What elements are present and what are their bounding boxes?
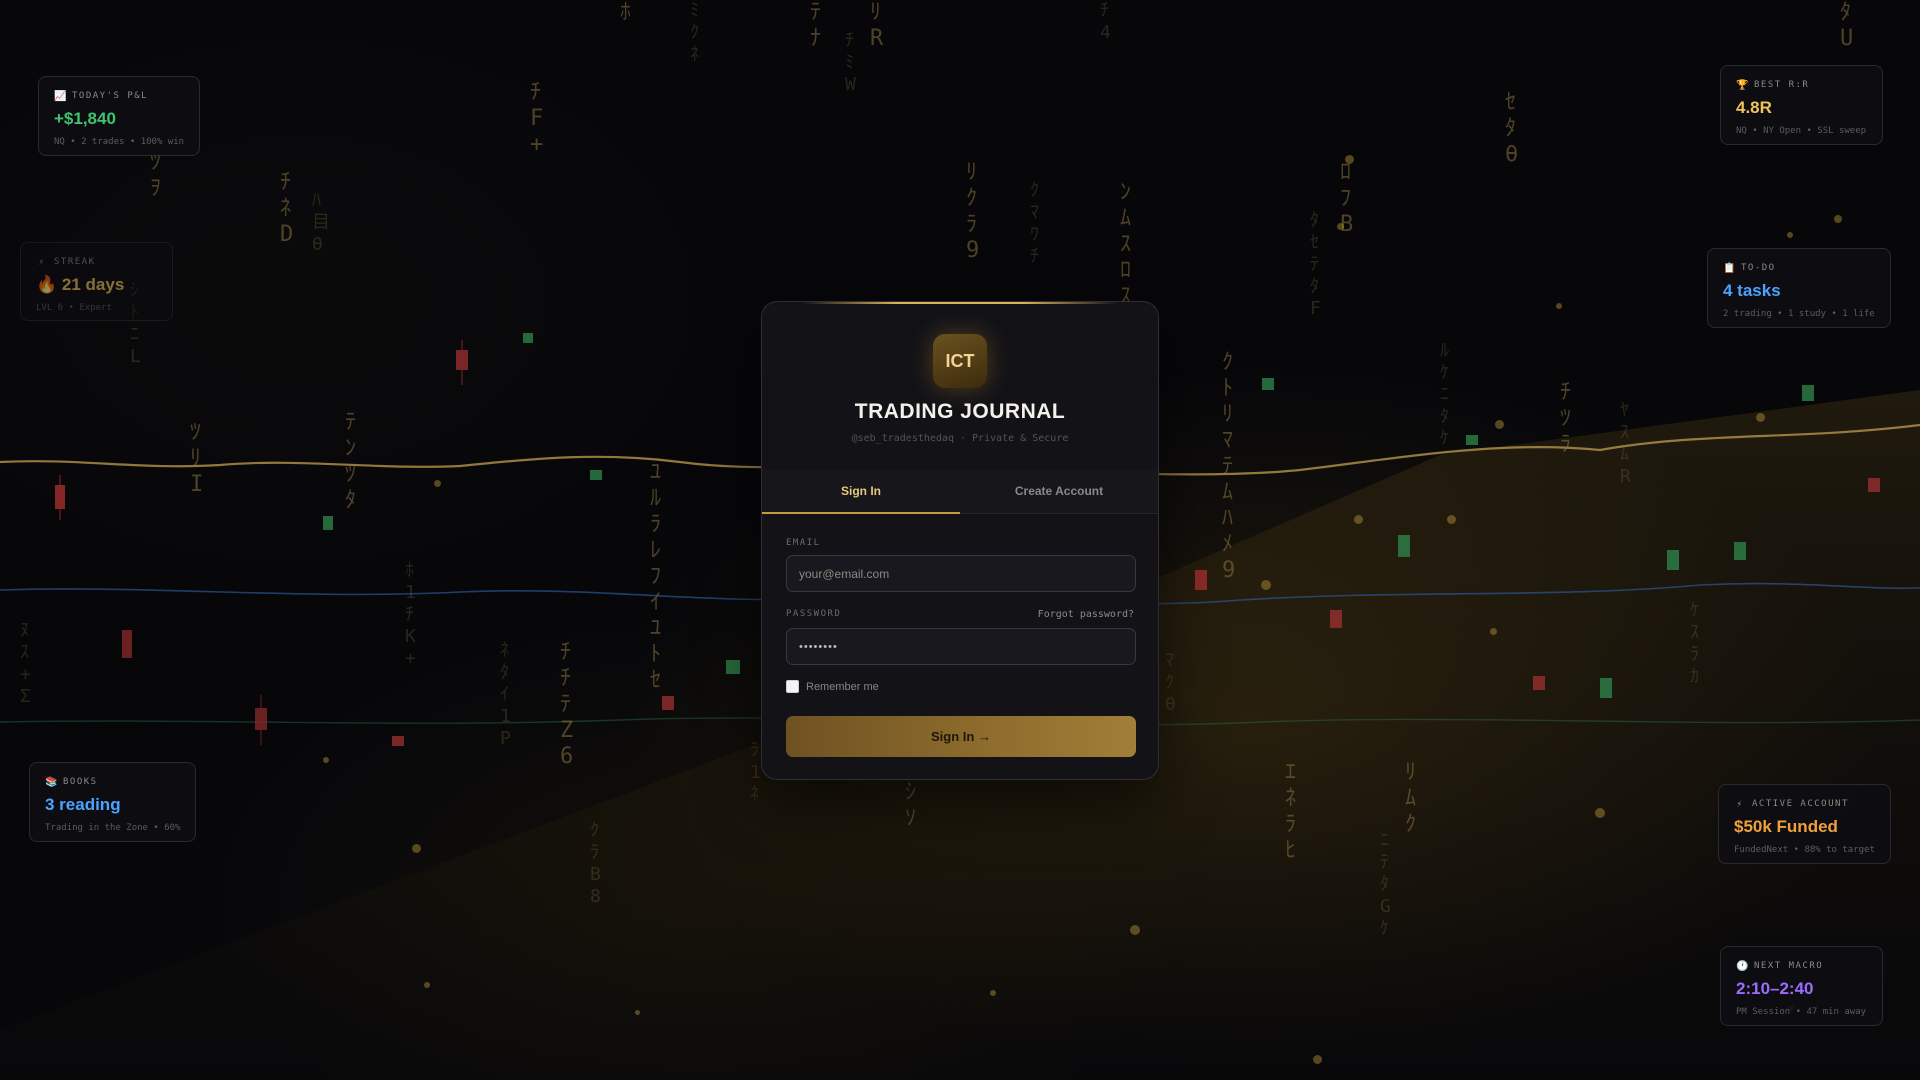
stat-subtext: 2 trading • 1 study • 1 life [1723, 309, 1875, 319]
stat-label: NEXT MACRO [1754, 961, 1824, 971]
stat-label-row: 🏆 BEST R:R [1736, 78, 1867, 92]
tab-create-account[interactable]: Create Account [960, 469, 1158, 513]
stat-label: TODAY'S P&L [72, 91, 149, 101]
stat-value: 2:10–2:40 [1736, 979, 1814, 998]
stat-label: TO-DO [1741, 263, 1776, 273]
stat-label: STREAK [54, 257, 96, 267]
stat-value: $50k Funded [1734, 817, 1838, 836]
password-field[interactable]: •••••••• [786, 628, 1136, 665]
stat-card-best-rr: 🏆 BEST R:R 4.8R NQ • NY Open • SSL sweep [1720, 65, 1883, 145]
stat-subtext: LVL 6 • Expert [36, 303, 112, 313]
stat-label: ACTIVE ACCOUNT [1752, 799, 1849, 809]
stat-subtext: PM Session • 47 min away [1736, 1007, 1867, 1017]
app-title: TRADING JOURNAL [854, 400, 1066, 423]
stat-card-todo: 📋 TO-DO 4 tasks 2 trading • 1 study • 1 … [1707, 248, 1891, 328]
email-field[interactable]: your@email.com [786, 555, 1136, 592]
sign-in-button[interactable]: Sign In → [786, 716, 1136, 757]
stat-label: BOOKS [63, 777, 98, 787]
books-icon: 📚 [45, 776, 59, 788]
stat-card-active-account: ⚡ ACTIVE ACCOUNT $50k Funded FundedNext … [1718, 784, 1891, 864]
stat-label-row: 📈 TODAY'S P&L [54, 89, 184, 103]
password-label: PASSWORD [786, 609, 842, 619]
stat-subtext: NQ • NY Open • SSL sweep [1736, 126, 1867, 136]
stat-label-row: ⚡ STREAK [36, 255, 157, 269]
app-subtitle: @seb_tradesthedaq · Private & Secure [851, 433, 1069, 444]
stat-card-next-macro: 🕐 NEXT MACRO 2:10–2:40 PM Session • 47 m… [1720, 946, 1883, 1026]
stat-label-row: 🕐 NEXT MACRO [1736, 959, 1867, 973]
tab-sign-in[interactable]: Sign In [762, 469, 960, 514]
remember-me-row: Remember me [786, 680, 879, 693]
chart-icon: 📈 [54, 90, 68, 102]
stat-value: 4.8R [1736, 98, 1772, 117]
app-logo: ICT [933, 334, 987, 388]
card-accent-line [802, 302, 1118, 304]
auth-tabs: Sign In Create Account [762, 469, 1158, 514]
stat-value: 4 tasks [1723, 281, 1781, 300]
stat-value: 🔥 21 days [36, 275, 125, 294]
stat-card-books: 📚 BOOKS 3 reading Trading in the Zone • … [29, 762, 196, 842]
trophy-icon: 🏆 [1736, 79, 1750, 91]
stat-subtext: NQ • 2 trades • 100% win [54, 137, 185, 147]
forgot-password-link[interactable]: Forgot password? [1038, 609, 1134, 620]
remember-me-checkbox[interactable] [786, 680, 799, 693]
login-card: ICT TRADING JOURNAL @seb_tradesthedaq · … [761, 301, 1159, 780]
stat-card-todays-pnl: 📈 TODAY'S P&L +$1,840 NQ • 2 trades • 10… [38, 76, 200, 156]
bolt-icon: ⚡ [1736, 798, 1744, 810]
stat-subtext: Trading in the Zone • 60% [45, 823, 181, 833]
stat-label-row: 📚 BOOKS [45, 775, 180, 789]
stat-label-row: ⚡ ACTIVE ACCOUNT [1734, 797, 1875, 811]
clipboard-icon: 📋 [1723, 262, 1737, 274]
stat-label: BEST R:R [1754, 80, 1810, 90]
remember-me-label[interactable]: Remember me [806, 681, 879, 693]
stat-subtext: FundedNext • 88% to target [1734, 845, 1875, 855]
stat-label-row: 📋 TO-DO [1723, 261, 1875, 275]
email-label: EMAIL [786, 538, 821, 548]
bolt-icon: ⚡ [38, 256, 46, 268]
stat-value: +$1,840 [54, 109, 116, 128]
stat-value: 3 reading [45, 795, 121, 814]
stat-card-streak: ⚡ STREAK 🔥 21 days LVL 6 • Expert [20, 242, 173, 321]
clock-icon: 🕐 [1736, 960, 1750, 972]
